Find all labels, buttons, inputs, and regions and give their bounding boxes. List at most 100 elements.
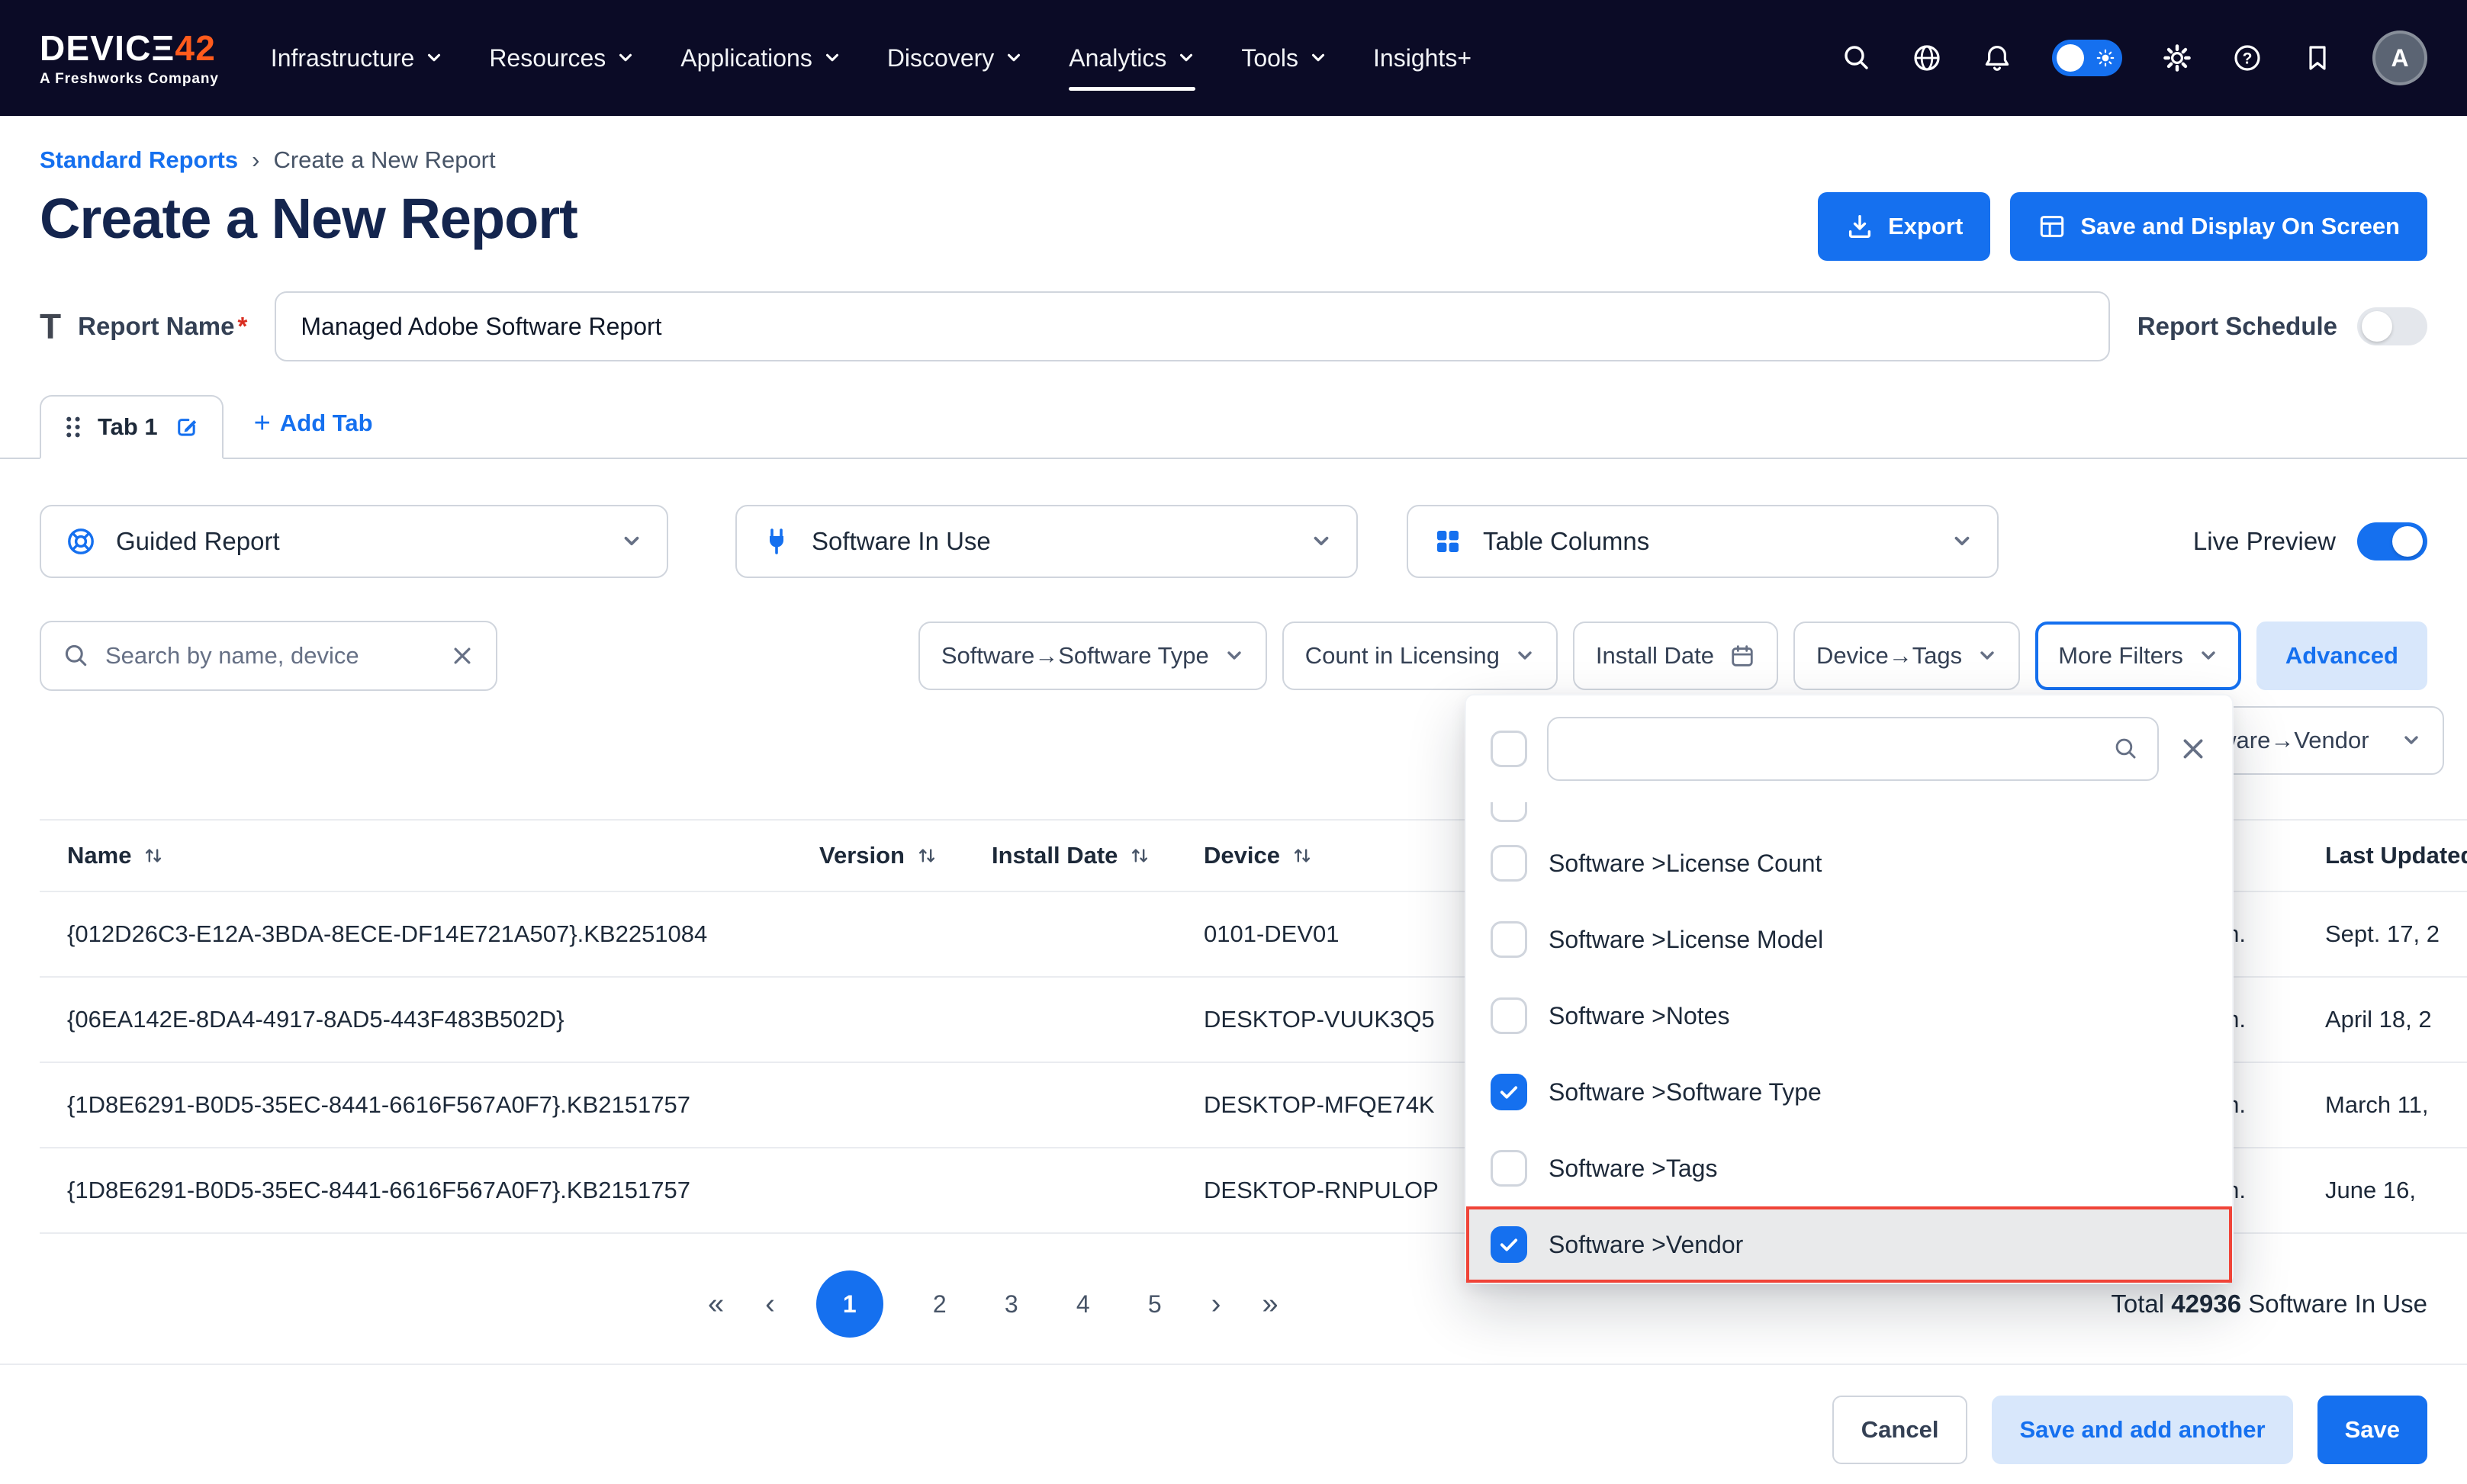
live-preview: Live Preview [2193,522,2427,561]
nav-item-discovery[interactable]: Discovery [887,32,1023,85]
pagination-page-4[interactable]: 4 [1068,1290,1098,1319]
panel-option-license-count[interactable]: Software >License Count [1466,825,2232,901]
cell-last-updated: June 16, [2298,1177,2467,1204]
edit-tab-icon[interactable] [173,413,201,441]
option-label: Software >Vendor [1549,1231,1743,1259]
filter-chip-install-date[interactable]: Install Date [1573,622,1778,690]
column-header-device[interactable]: Device [1176,842,1452,869]
checkbox-checked[interactable] [1491,1074,1527,1110]
option-label: Software >License Model [1549,926,1823,954]
sort-icon[interactable] [1130,846,1150,865]
pagination-page-2[interactable]: 2 [925,1290,955,1319]
column-header-install-date[interactable]: Install Date [964,842,1176,869]
pagination-prev[interactable]: ‹ [765,1290,775,1319]
sort-icon[interactable] [143,846,163,865]
column-header-last-updated[interactable]: Last Updated [2298,842,2467,869]
table-columns-select[interactable]: Table Columns [1407,505,1999,578]
column-header-version[interactable]: Version [792,842,964,869]
pagination-page-3[interactable]: 3 [996,1290,1027,1319]
panel-option-notes[interactable]: Software >Notes [1466,978,2232,1054]
cell-name: {06EA142E-8DA4-4917-8AD5-443F483B502D} [40,1006,792,1033]
panel-option-clipped[interactable] [1466,802,2232,825]
filter-bar: Software→Software Type Count in Licensin… [40,621,2427,691]
nav-item-infrastructure[interactable]: Infrastructure [271,32,444,85]
user-avatar[interactable]: A [2372,31,2427,85]
panel-option-tags[interactable]: Software >Tags [1466,1130,2232,1206]
bookmark-icon[interactable] [2302,43,2333,73]
filter-chip-label: Device→Tags [1816,642,1962,670]
main-nav: Infrastructure Resources Applications Di… [271,32,1472,85]
live-preview-toggle[interactable] [2357,522,2427,561]
pagination-page-5[interactable]: 5 [1140,1290,1170,1319]
chevron-down-icon [425,49,443,67]
option-label: Software >Software Type [1549,1078,1822,1107]
nav-item-label: Applications [680,44,812,72]
sort-icon[interactable] [1292,846,1312,865]
notifications-bell-icon[interactable] [1982,43,2012,73]
calendar-icon [1729,643,1755,669]
data-source-select[interactable]: Software In Use [735,505,1358,578]
tab-1[interactable]: Tab 1 [40,395,224,459]
toggle-knob [2392,526,2423,557]
search-icon[interactable] [1841,43,1872,73]
filter-chip-software-type[interactable]: Software→Software Type [918,622,1267,690]
globe-icon[interactable] [1912,43,1942,73]
pagination-page-1[interactable]: 1 [816,1270,883,1338]
panel-search-input[interactable] [1567,736,2101,762]
plus-icon: + [254,409,271,438]
export-button[interactable]: Export [1818,192,1990,261]
checkbox[interactable] [1491,802,1527,822]
panel-header [1466,695,2232,802]
download-icon [1845,212,1874,241]
option-label: Software >License Count [1549,850,1822,878]
pagination-first[interactable]: « [708,1290,724,1319]
search-input[interactable] [105,642,435,670]
nav-item-applications[interactable]: Applications [680,32,841,85]
panel-option-license-model[interactable]: Software >License Model [1466,901,2232,978]
table-columns-value: Table Columns [1483,527,1649,556]
breadcrumb-standard-reports[interactable]: Standard Reports [40,146,238,174]
filter-chip-device-tags[interactable]: Device→Tags [1793,622,2020,690]
nav-item-label: Discovery [887,44,994,72]
nav-item-insights[interactable]: Insights+ [1373,32,1472,85]
cancel-button[interactable]: Cancel [1832,1396,1968,1464]
sort-icon[interactable] [917,846,937,865]
checkbox-unchecked[interactable] [1491,1150,1527,1187]
nav-item-tools[interactable]: Tools [1241,32,1327,85]
add-tab-button[interactable]: + Add Tab [254,409,373,458]
nav-item-analytics[interactable]: Analytics [1069,32,1195,85]
report-name-input[interactable] [275,291,2109,361]
checkbox-checked[interactable] [1491,1226,1527,1263]
column-header-name[interactable]: Name [40,842,792,869]
panel-option-vendor-highlighted[interactable]: Software >Vendor [1466,1206,2232,1283]
nav-item-resources[interactable]: Resources [489,32,635,85]
clear-search-icon[interactable] [450,644,474,668]
nav-item-label: Tools [1241,44,1298,72]
pagination-next[interactable]: › [1211,1290,1221,1319]
more-filters-button[interactable]: More Filters [2035,622,2241,690]
advanced-button[interactable]: Advanced [2256,622,2427,690]
close-panel-icon[interactable] [2179,734,2208,763]
header-actions: Export Save and Display On Screen [1818,192,2427,261]
checkbox-unchecked[interactable] [1491,997,1527,1034]
save-and-add-another-button[interactable]: Save and add another [1992,1396,2292,1464]
builder-controls-row: Guided Report Software In Use Table Colu… [40,505,2427,578]
filter-chip-count-in-licensing[interactable]: Count in Licensing [1282,622,1558,690]
save-button[interactable]: Save [2317,1396,2427,1464]
device42-logo[interactable]: DEVICΞ42 A Freshworks Company [40,31,219,86]
panel-option-list: Software >License Count Software >Licens… [1466,802,2232,1283]
panel-option-software-type[interactable]: Software >Software Type [1466,1054,2232,1130]
settings-gear-icon[interactable] [2162,43,2192,73]
checkbox-unchecked[interactable] [1491,845,1527,882]
pagination-last[interactable]: » [1262,1290,1278,1319]
report-type-select[interactable]: Guided Report [40,505,668,578]
theme-toggle[interactable] [2052,40,2122,76]
checkbox-unchecked[interactable] [1491,921,1527,958]
select-all-checkbox[interactable] [1491,731,1527,767]
chevron-down-icon [2198,646,2218,666]
breadcrumb: Standard Reports › Create a New Report [0,116,2467,174]
help-icon[interactable] [2232,43,2263,73]
report-schedule-toggle[interactable] [2357,307,2427,345]
text-icon: T [40,306,61,347]
save-and-display-button[interactable]: Save and Display On Screen [2010,192,2427,261]
